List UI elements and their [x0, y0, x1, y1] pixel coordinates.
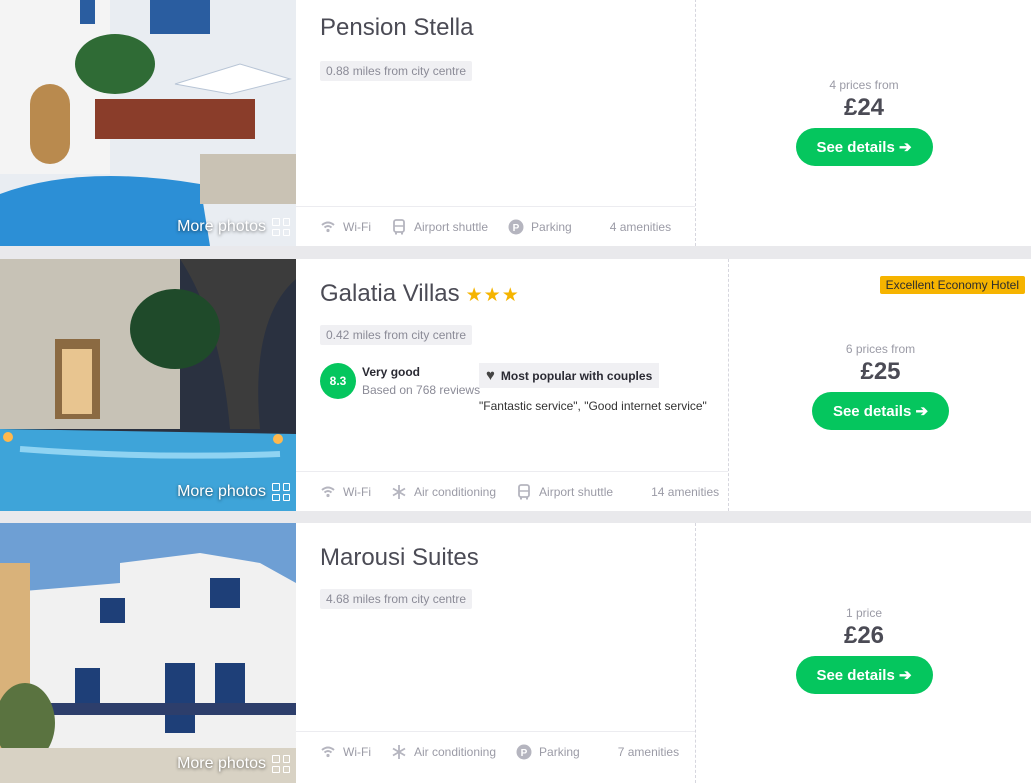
price-value: £24 [843, 94, 885, 121]
parking-icon: P [508, 219, 524, 234]
hotel-award-badge: Excellent Economy Hotel [879, 276, 1025, 294]
price-value: £26 [843, 622, 885, 649]
popularity-tag: ♥ Most popular with couples [479, 363, 660, 388]
wifi-icon [321, 746, 335, 757]
rating-label: Very good [362, 365, 421, 379]
more-photos-label: More photos [177, 218, 266, 235]
more-photos-button[interactable]: More photos [177, 483, 290, 501]
hotel-photo[interactable]: More photos [0, 523, 296, 783]
amenities-count[interactable]: 7 amenities [618, 745, 679, 759]
rating-summary: Very good Based on 768 reviews [362, 365, 480, 397]
distance-badge: 0.42 miles from city centre [320, 325, 473, 345]
snowflake-icon [392, 484, 406, 499]
pool-villa-image [0, 0, 296, 246]
more-photos-label: More photos [177, 483, 266, 500]
amenity-parking: P Parking [508, 219, 572, 235]
amenity-wifi: Wi-Fi [320, 744, 371, 760]
star-rating: ★★★ [465, 285, 520, 306]
parking-icon: P [516, 744, 532, 759]
hotel-card[interactable]: More photos Marousi Suites 4.68 miles fr… [0, 523, 1031, 783]
review-count[interactable]: Based on 768 reviews [362, 383, 480, 397]
prices-from-label: 4 prices from [829, 78, 899, 92]
amenity-airport-shuttle: Airport shuttle [391, 218, 488, 235]
more-photos-label: More photos [177, 755, 266, 772]
grid-icon [272, 218, 290, 236]
hotel-card[interactable]: More photos Pension Stella 0.88 miles fr… [0, 0, 1031, 246]
see-details-button[interactable]: See details ➔ [812, 392, 949, 430]
prices-from-label: 6 prices from [845, 342, 916, 356]
wifi-icon [321, 221, 335, 232]
amenities-count[interactable]: 14 amenities [651, 485, 719, 499]
more-photos-button[interactable]: More photos [177, 218, 290, 236]
more-photos-button[interactable]: More photos [177, 755, 290, 773]
grid-icon [272, 755, 290, 773]
distance-badge: 0.88 miles from city centre [320, 61, 473, 81]
svg-text:P: P [521, 748, 528, 759]
see-details-button[interactable]: See details ➔ [795, 128, 933, 166]
hotel-info: Pension Stella 0.88 miles from city cent… [296, 0, 696, 246]
grid-icon [272, 483, 290, 501]
price-panel: 1 price £26 See details ➔ [697, 523, 1031, 783]
hotel-card[interactable]: More photos Galatia Villas ★★★ 0.42 miles… [0, 259, 1031, 511]
amenity-parking: P Parking [516, 744, 580, 760]
amenity-wifi: Wi-Fi [320, 219, 371, 235]
review-score-badge: 8.3 [320, 363, 356, 399]
hotel-info: Galatia Villas ★★★ 0.42 miles from city c… [296, 259, 729, 511]
snowflake-icon [392, 744, 406, 759]
bus-icon [518, 483, 530, 499]
review-highlights: "Fantastic service", "Good internet serv… [479, 399, 707, 413]
wifi-icon [321, 486, 335, 497]
hotel-name[interactable]: Pension Stella [320, 14, 473, 42]
hotel-name[interactable]: Galatia Villas ★★★ [320, 280, 520, 308]
hotel-photo[interactable]: More photos [0, 0, 296, 246]
amenities-row: Wi-Fi Airport shuttle P Parking 4 amenit… [296, 206, 695, 246]
hotel-name[interactable]: Marousi Suites [320, 544, 479, 572]
amenity-wifi: Wi-Fi [320, 484, 371, 500]
hotel-info: Marousi Suites 4.68 miles from city cent… [296, 523, 696, 783]
price-value: £25 [860, 358, 901, 385]
amenities-count[interactable]: 4 amenities [610, 220, 671, 234]
price-panel: 4 prices from £24 See details ➔ [697, 0, 1031, 246]
heart-icon: ♥ [486, 367, 495, 384]
bus-icon [393, 218, 405, 234]
distance-badge: 4.68 miles from city centre [320, 589, 473, 609]
amenities-row: Wi-Fi Air conditioning P Parking 7 ameni… [296, 731, 695, 771]
prices-from-label: 1 price [845, 606, 883, 620]
price-panel: Excellent Economy Hotel 6 prices from £2… [730, 259, 1031, 511]
night-pool-villa-image [0, 259, 296, 511]
amenity-airport-shuttle: Airport shuttle [516, 483, 613, 500]
amenity-air-conditioning: Air conditioning [391, 744, 496, 760]
svg-text:P: P [513, 223, 520, 234]
see-details-button[interactable]: See details ➔ [795, 656, 933, 694]
amenities-row: Wi-Fi Air conditioning Airport shuttle 1… [296, 471, 728, 511]
amenity-air-conditioning: Air conditioning [391, 484, 496, 500]
white-villa-image [0, 523, 296, 783]
hotel-photo[interactable]: More photos [0, 259, 296, 511]
